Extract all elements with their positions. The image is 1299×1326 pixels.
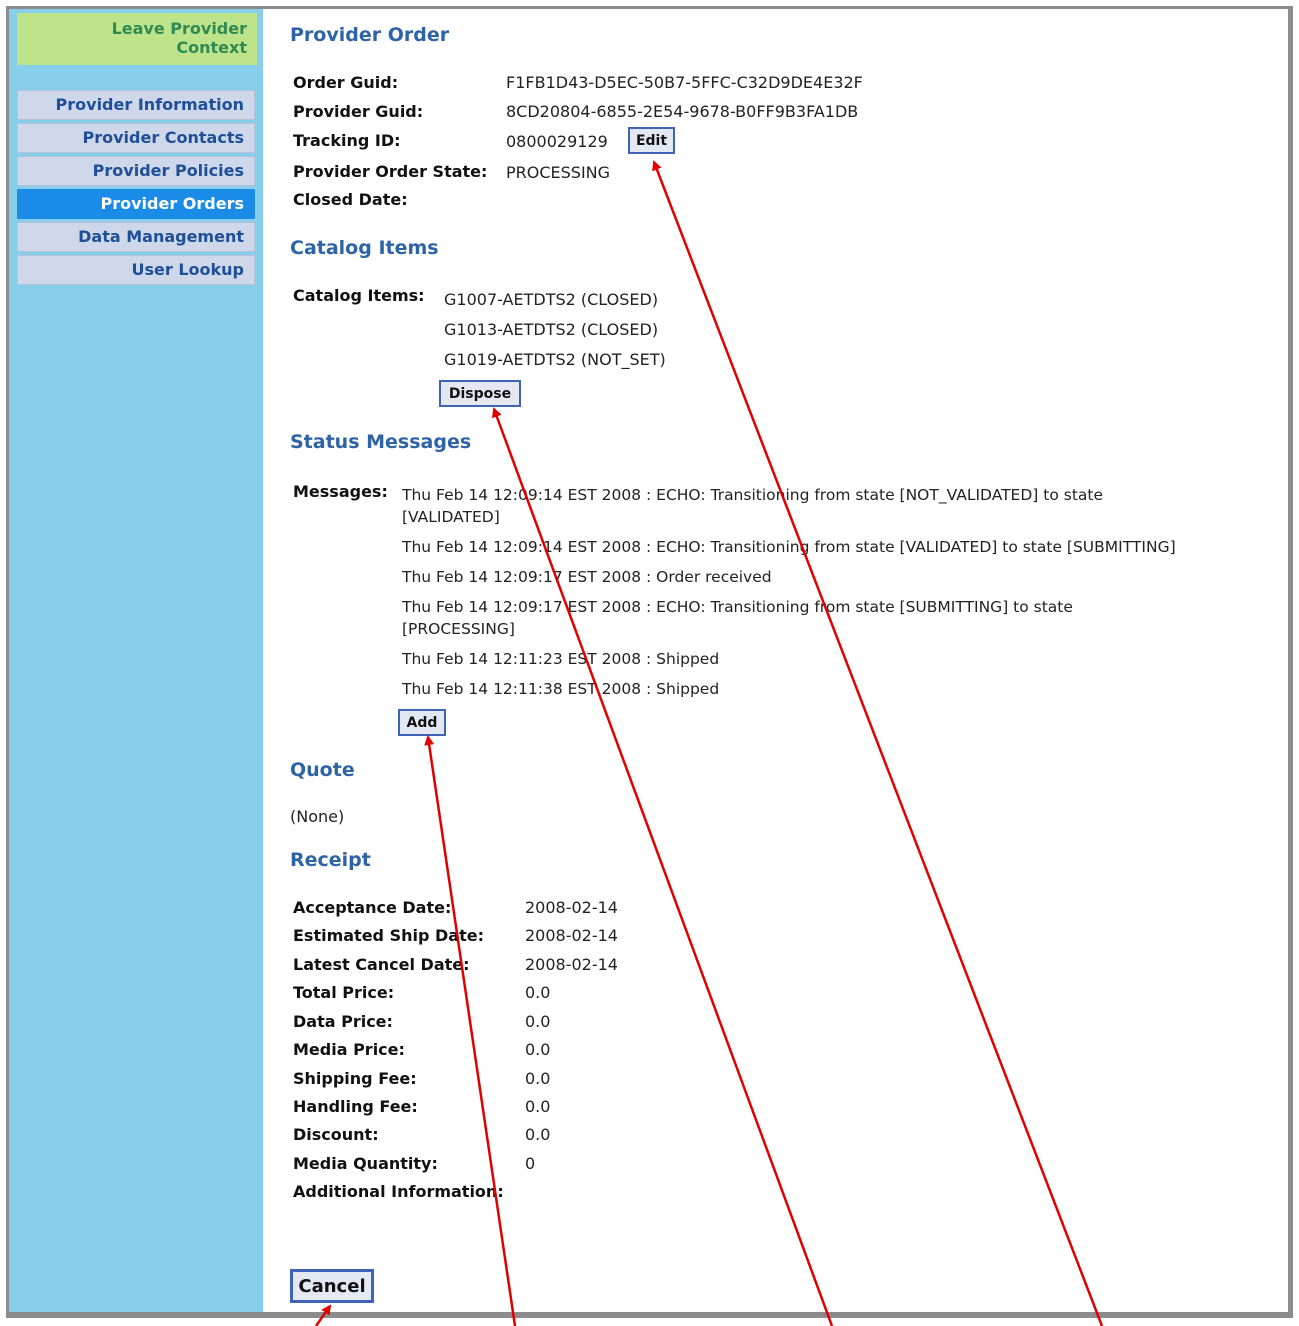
- quote-heading: Quote: [290, 759, 355, 781]
- discount-label: Discount:: [293, 1125, 379, 1144]
- status-message-continued: [VALIDATED]: [402, 508, 500, 526]
- catalog-items-label: Catalog Items:: [293, 286, 425, 305]
- cancel-button[interactable]: Cancel: [290, 1269, 374, 1303]
- catalog-item: G1019-AETDTS2 (NOT_SET): [444, 350, 666, 369]
- provider-order-heading: Provider Order: [290, 24, 450, 46]
- sidebar: Leave Provider Context Provider Informat…: [9, 9, 263, 1312]
- main-content: Provider Order Order Guid: F1FB1D43-D5EC…: [263, 9, 1288, 1312]
- latest-cancel-date-value: 2008-02-14: [525, 955, 618, 974]
- provider-guid-label: Provider Guid:: [293, 102, 424, 121]
- application-window: Leave Provider Context Provider Informat…: [6, 6, 1293, 1318]
- shipping-fee-value: 0.0: [525, 1069, 551, 1088]
- estimated-ship-date-value: 2008-02-14: [525, 926, 618, 945]
- shipping-fee-label: Shipping Fee:: [293, 1069, 417, 1088]
- estimated-ship-date-label: Estimated Ship Date:: [293, 926, 484, 945]
- sidebar-item-provider-orders[interactable]: Provider Orders: [17, 189, 255, 219]
- provider-guid-value: 8CD20804-6855-2E54-9678-B0FF9B3FA1DB: [506, 102, 859, 121]
- edit-button[interactable]: Edit: [628, 127, 675, 154]
- status-message: Thu Feb 14 12:09:14 EST 2008 : ECHO: Tra…: [402, 486, 1104, 504]
- sidebar-item-data-management[interactable]: Data Management: [17, 222, 255, 252]
- additional-information-label: Additional Information:: [293, 1182, 504, 1201]
- total-price-label: Total Price:: [293, 983, 395, 1002]
- leave-provider-context-link[interactable]: Leave Provider Context: [17, 13, 257, 65]
- closed-date-label: Closed Date:: [293, 190, 408, 209]
- quote-value: (None): [290, 807, 345, 826]
- sidebar-item-provider-information[interactable]: Provider Information: [17, 90, 255, 120]
- latest-cancel-date-label: Latest Cancel Date:: [293, 955, 470, 974]
- leave-context-line-1: Leave Provider: [111, 19, 247, 38]
- sidebar-item-provider-policies[interactable]: Provider Policies: [17, 156, 255, 186]
- handling-fee-label: Handling Fee:: [293, 1097, 418, 1116]
- status-message: Thu Feb 14 12:11:38 EST 2008 : Shipped: [402, 680, 720, 698]
- acceptance-date-value: 2008-02-14: [525, 898, 618, 917]
- media-price-value: 0.0: [525, 1040, 551, 1059]
- order-guid-label: Order Guid:: [293, 73, 399, 92]
- status-message: Thu Feb 14 12:11:23 EST 2008 : Shipped: [402, 650, 720, 668]
- dispose-button[interactable]: Dispose: [439, 380, 521, 407]
- handling-fee-value: 0.0: [525, 1097, 551, 1116]
- catalog-items-heading: Catalog Items: [290, 237, 439, 259]
- tracking-id-value: 0800029129: [506, 132, 608, 151]
- media-price-label: Media Price:: [293, 1040, 405, 1059]
- provider-order-state-label: Provider Order State:: [293, 162, 488, 181]
- receipt-heading: Receipt: [290, 849, 371, 871]
- leave-context-line-2: Context: [176, 38, 247, 57]
- data-price-value: 0.0: [525, 1012, 551, 1031]
- discount-value: 0.0: [525, 1125, 551, 1144]
- provider-order-state-value: PROCESSING: [506, 163, 611, 182]
- tracking-id-label: Tracking ID:: [293, 131, 401, 150]
- status-messages-heading: Status Messages: [290, 431, 472, 453]
- status-message: Thu Feb 14 12:09:17 EST 2008 : ECHO: Tra…: [402, 598, 1073, 616]
- order-guid-value: F1FB1D43-D5EC-50B7-5FFC-C32D9DE4E32F: [506, 73, 863, 92]
- sidebar-item-provider-contacts[interactable]: Provider Contacts: [17, 123, 255, 153]
- status-message: Thu Feb 14 12:09:17 EST 2008 : Order rec…: [402, 568, 772, 586]
- total-price-value: 0.0: [525, 983, 551, 1002]
- sidebar-item-user-lookup[interactable]: User Lookup: [17, 255, 255, 285]
- catalog-item: G1007-AETDTS2 (CLOSED): [444, 290, 659, 309]
- status-message: Thu Feb 14 12:09:14 EST 2008 : ECHO: Tra…: [402, 538, 1176, 556]
- media-quantity-value: 0: [525, 1154, 536, 1173]
- data-price-label: Data Price:: [293, 1012, 393, 1031]
- add-button[interactable]: Add: [398, 709, 446, 736]
- messages-label: Messages:: [293, 482, 388, 501]
- media-quantity-label: Media Quantity:: [293, 1154, 438, 1173]
- acceptance-date-label: Acceptance Date:: [293, 898, 452, 917]
- catalog-item: G1013-AETDTS2 (CLOSED): [444, 320, 659, 339]
- status-message-continued: [PROCESSING]: [402, 620, 515, 638]
